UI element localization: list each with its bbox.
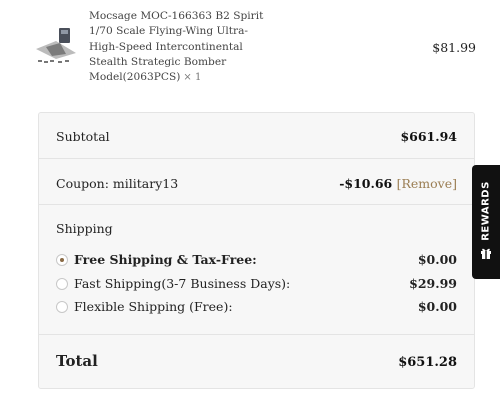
- shipping-title: Shipping: [56, 221, 113, 236]
- shipping-option-price: $0.00: [417, 252, 457, 267]
- shipping-option-free[interactable]: Free Shipping & Tax-Free: $0.00: [56, 252, 457, 270]
- shipping-option-label: Flexible Shipping (Free):: [74, 299, 233, 314]
- product-name[interactable]: Mocsage MOC-166363 B2 Spirit 1/70 Scale …: [89, 9, 269, 85]
- shipping-option-price: $0.00: [417, 299, 457, 314]
- shipping-option-flexible[interactable]: Flexible Shipping (Free): $0.00: [56, 299, 457, 317]
- rewards-tab[interactable]: REWARDS: [472, 165, 500, 279]
- total-row: Total $651.28: [39, 335, 474, 390]
- subtotal-label: Subtotal: [56, 129, 110, 144]
- gift-icon: [481, 248, 491, 259]
- shipping-option-fast[interactable]: Fast Shipping(3-7 Business Days): $29.99: [56, 276, 457, 294]
- radio-button[interactable]: [56, 278, 68, 290]
- product-quantity: × 1: [183, 72, 202, 84]
- order-summary: Subtotal $661.94 Coupon: military13 -$10…: [38, 112, 475, 389]
- total-value: $651.28: [398, 355, 457, 370]
- coupon-label: Coupon: military13: [56, 176, 179, 191]
- coupon-discount: -$10.66 [Remove]: [339, 176, 457, 191]
- bomber-model-thumbnail: [36, 28, 76, 63]
- shipping-option-price: $29.99: [409, 276, 457, 291]
- subtotal-value: $661.94: [400, 129, 457, 144]
- subtotal-row: Subtotal $661.94: [39, 113, 474, 159]
- rewards-label: REWARDS: [480, 181, 492, 241]
- radio-button[interactable]: [56, 301, 68, 313]
- radio-button-selected[interactable]: [56, 254, 68, 266]
- coupon-row: Coupon: military13 -$10.66 [Remove]: [39, 159, 474, 205]
- shipping-section: Shipping Free Shipping & Tax-Free: $0.00…: [39, 205, 474, 335]
- remove-coupon-link[interactable]: [Remove]: [397, 176, 457, 191]
- shipping-option-label: Fast Shipping(3-7 Business Days):: [74, 276, 291, 291]
- cart-item: Mocsage MOC-166363 B2 Spirit 1/70 Scale …: [0, 0, 500, 100]
- product-price: $81.99: [432, 40, 476, 55]
- total-label: Total: [56, 352, 98, 370]
- shipping-option-label: Free Shipping & Tax-Free:: [74, 252, 257, 267]
- product-name-text: Mocsage MOC-166363 B2 Spirit 1/70 Scale …: [89, 10, 264, 84]
- coupon-value: -$10.66: [339, 176, 393, 191]
